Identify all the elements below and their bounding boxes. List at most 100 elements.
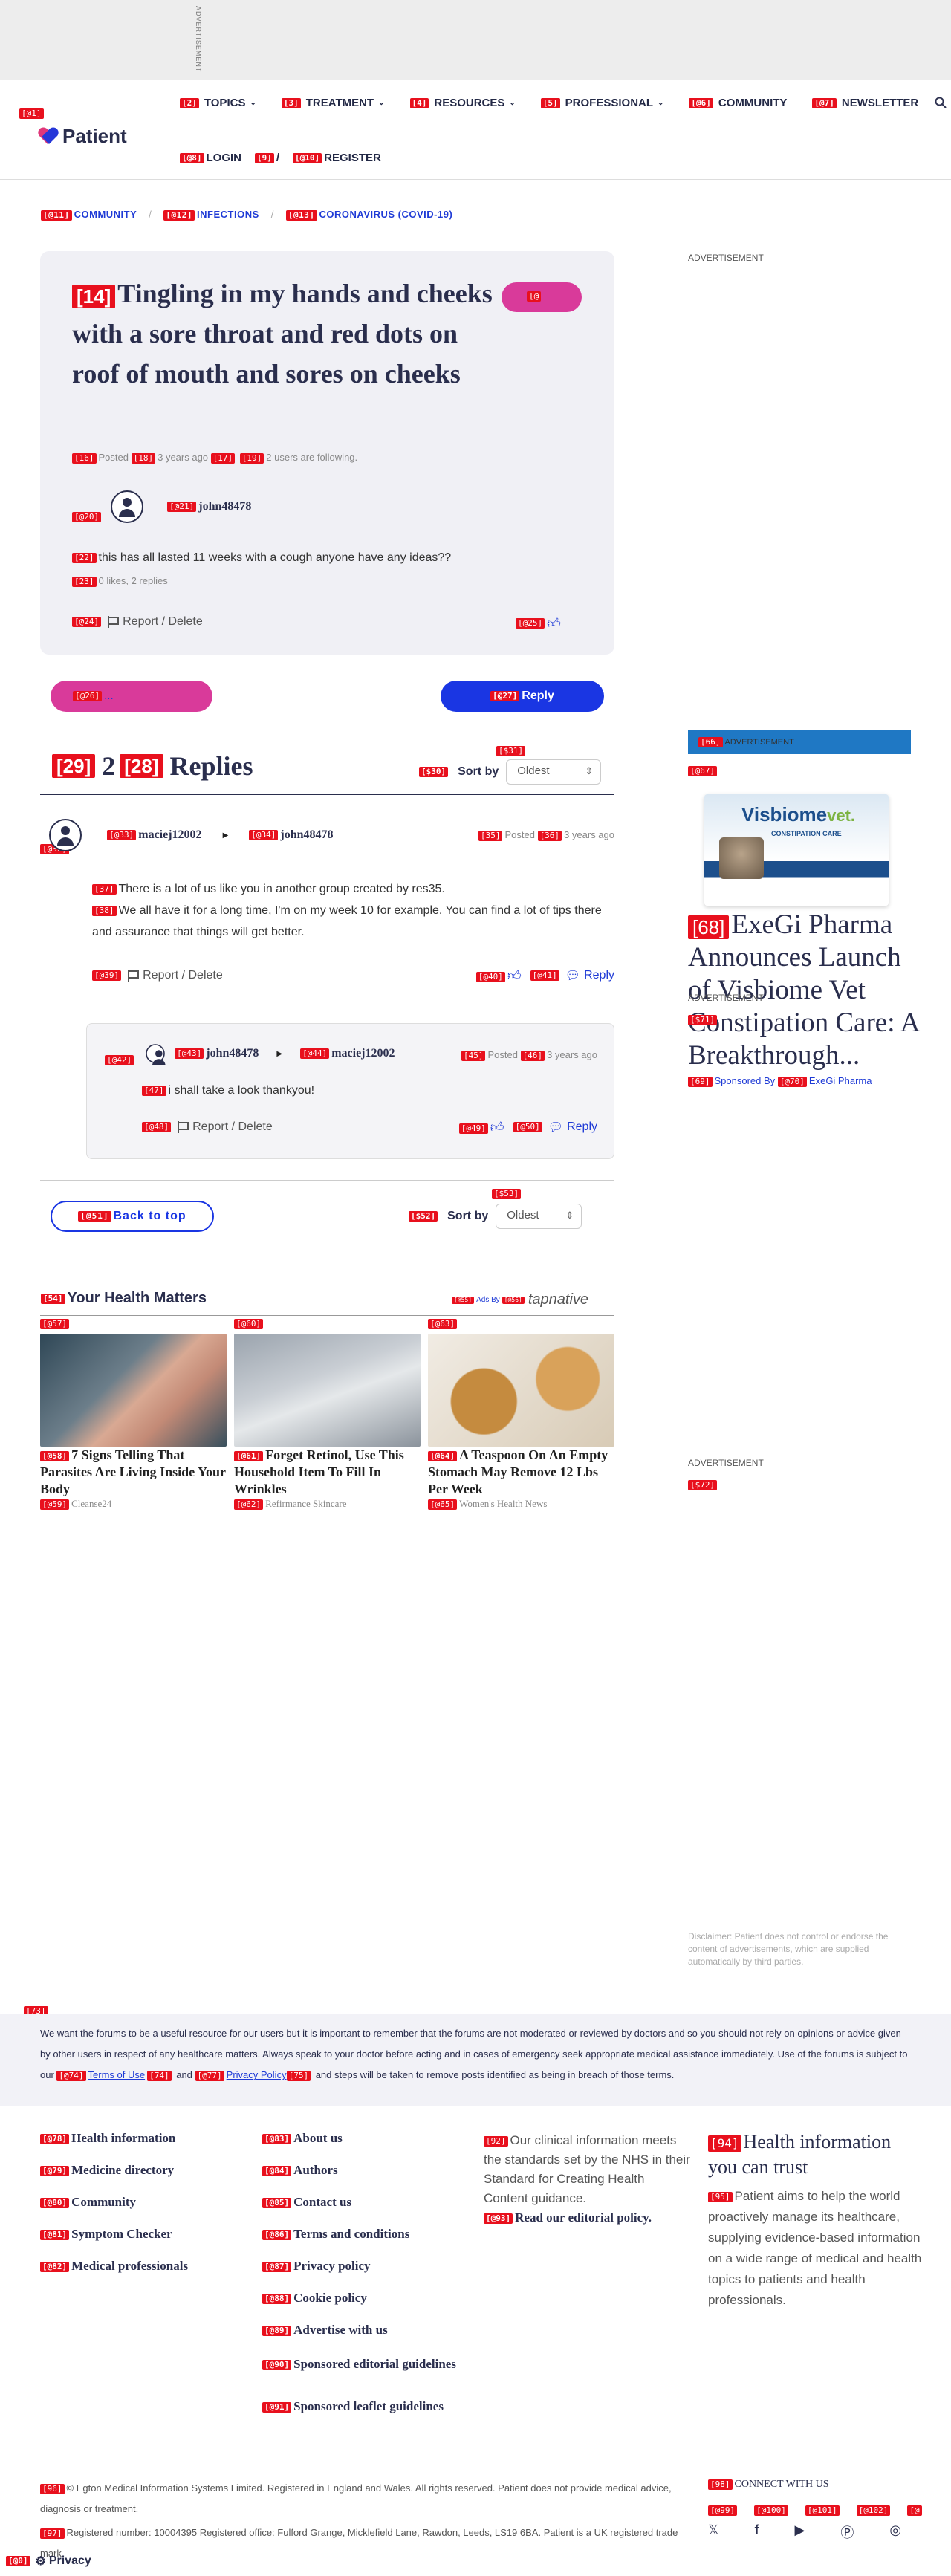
nav-community[interactable]: [@6] COMMUNITY xyxy=(689,97,787,109)
account-nav: [@8] LOGIN [9] / [@10] REGISTER xyxy=(180,152,381,164)
ad-label: ADVERTISEMENT xyxy=(688,253,764,263)
nested-reply: [@42] [@43] john48478 ▶ [@44] maciej1200… xyxy=(86,1023,614,1159)
facebook-icon[interactable]: f xyxy=(755,2523,759,2542)
breadcrumb-community[interactable]: [@11] COMMUNITY xyxy=(41,209,137,221)
avatar[interactable] xyxy=(49,819,82,851)
footer-link[interactable]: [@80] Community xyxy=(40,2195,136,2209)
terms-link[interactable]: Terms of Use xyxy=(88,2069,146,2080)
report-delete-link[interactable]: [@24] Report / Delete xyxy=(72,615,203,629)
pinterest-icon[interactable]: Ⓟ xyxy=(840,2523,854,2542)
footer-link[interactable]: [@81] Symptom Checker xyxy=(40,2227,172,2241)
footer-link-label: Medicine directory xyxy=(71,2163,175,2177)
nav-professional[interactable]: [5] PROFESSIONAL ⌄ xyxy=(540,97,663,109)
reply-link[interactable]: [@50] 💬︎ Reply xyxy=(513,1120,597,1135)
marker: [@86] xyxy=(262,2230,292,2241)
marker: [@82] xyxy=(40,2262,70,2273)
author-link[interactable]: john48478 xyxy=(198,500,251,513)
footer-link[interactable]: [@88] Cookie policy xyxy=(262,2291,367,2305)
footer-link[interactable]: [@86] Terms and conditions xyxy=(262,2227,409,2241)
breadcrumb-covid[interactable]: [@13] CORONAVIRUS (COVID-19) xyxy=(285,209,452,221)
instagram-icon[interactable]: ◎ xyxy=(889,2523,901,2542)
footer-link-label: Symptom Checker xyxy=(71,2227,172,2241)
footer-link[interactable]: [@82] Medical professionals xyxy=(40,2259,188,2273)
reply-link[interactable]: [@41] 💬︎ Reply xyxy=(530,968,614,983)
ad-headline[interactable]: [68] ExeGi Pharma Announces Launch of Vis… xyxy=(688,909,926,1072)
reply-label: Reply xyxy=(567,1120,597,1133)
divider xyxy=(40,1180,614,1181)
more-options-button[interactable]: [@26]... xyxy=(51,681,212,712)
registration-text: Registered number: 10004395 Registered o… xyxy=(40,2527,678,2559)
recipient-link[interactable]: maciej12002 xyxy=(331,1047,395,1060)
sponsor-link[interactable]: ExeGi Pharma xyxy=(809,1075,872,1086)
marker: [@39] xyxy=(92,970,122,981)
nav-treatment[interactable]: [3] TREATMENT ⌄ xyxy=(281,97,385,109)
tapnative-logo[interactable]: tapnative xyxy=(528,1291,588,1308)
sidebar-ad: [66] ADVERTISEMENT [@67] Visbiomevet. CON… xyxy=(688,730,918,1087)
sponsored-card[interactable]: [@57] [@58] 7 Signs Telling That Parasite… xyxy=(40,1317,227,1511)
thumbs-up-icon: 👍︎ xyxy=(490,1120,504,1135)
editorial-policy-link[interactable]: [@93] Read our editorial policy. xyxy=(484,2210,652,2225)
health-info-trust: [94] Health information you can trust [95… xyxy=(708,2129,924,2311)
sponsored-card[interactable]: [@63] [@64] A Teaspoon On An Empty Stomac… xyxy=(428,1317,614,1511)
section-title: Your Health Matters xyxy=(67,1290,207,1306)
marker: [@79] xyxy=(40,2166,70,2177)
sponsored-cards: [@57] [@58] 7 Signs Telling That Parasite… xyxy=(40,1317,614,1511)
privacy-policy-link[interactable]: Privacy Policy xyxy=(227,2069,287,2080)
report-delete-link[interactable]: [@39] Report / Delete xyxy=(92,969,223,982)
cat-image xyxy=(719,837,764,879)
footer-link[interactable]: [@89] Advertise with us xyxy=(262,2323,388,2337)
footer-link[interactable]: [@84] Authors xyxy=(262,2163,338,2177)
marker: [@57] xyxy=(40,1318,70,1329)
marker: [@11] xyxy=(41,210,72,221)
youtube-icon[interactable]: ▶ xyxy=(795,2523,805,2542)
footer-link[interactable]: [@91] Sponsored leaflet guidelines xyxy=(262,2399,444,2413)
arrow-right-icon: ▶ xyxy=(222,831,229,840)
like-button[interactable]: [@49] 👍︎ xyxy=(458,1119,504,1135)
like-button[interactable]: [@25] 👍︎ xyxy=(516,615,561,632)
report-delete-link[interactable]: [@48] Report / Delete xyxy=(142,1120,273,1134)
marker: [@81] xyxy=(40,2230,70,2241)
ad-disclaimer: Disclaimer: Patient does not control or … xyxy=(688,1931,889,1967)
footer-link[interactable]: [@79] Medicine directory xyxy=(40,2163,174,2177)
author-link[interactable]: john48478 xyxy=(206,1047,259,1060)
marker: [@91] xyxy=(262,2402,292,2413)
avatar[interactable] xyxy=(146,1044,166,1066)
sponsored-card[interactable]: [@60] [@61] Forget Retinol, Use This Hous… xyxy=(234,1317,421,1511)
sort-label: Sort by xyxy=(458,765,499,778)
footer-link[interactable]: [@78] Health information xyxy=(40,2131,175,2145)
reply-button[interactable]: [@27] Reply xyxy=(441,681,604,712)
report-label: Report / Delete xyxy=(143,969,223,982)
marker: [@24] xyxy=(72,617,102,627)
recipient-link[interactable]: john48478 xyxy=(280,828,333,842)
twitter-icon[interactable]: 𝕏 xyxy=(708,2523,719,2542)
search-icon[interactable] xyxy=(935,97,947,108)
reply-time: 3 years ago xyxy=(564,829,614,840)
footer-link[interactable]: [@83] About us xyxy=(262,2131,343,2145)
post-meta: [16] Posted [18] 3 years ago [17] [19] 2 us… xyxy=(72,452,357,464)
privacy-label: Privacy xyxy=(48,2554,91,2567)
patient-logo[interactable]: Patient xyxy=(39,125,127,148)
nav-topics[interactable]: [2] TOPICS ⌄ xyxy=(180,97,256,109)
replies-heading: [29] 2 [28] Replies xyxy=(52,750,253,782)
nav-newsletter[interactable]: [@7] NEWSLETTER xyxy=(812,97,918,109)
register-link[interactable]: [@10] REGISTER xyxy=(293,152,381,164)
back-to-top-button[interactable]: [@51] Back to top xyxy=(51,1201,214,1232)
follow-button[interactable]: [@ xyxy=(502,282,582,312)
marker: [28] xyxy=(120,754,163,778)
login-link[interactable]: [@8] LOGIN xyxy=(180,152,241,164)
sort-select[interactable]: Oldest xyxy=(496,1204,582,1229)
footer-link[interactable]: [@90] Sponsored editorial guidelines xyxy=(262,2357,456,2371)
ad-label: ADVERTISEMENT xyxy=(688,993,764,1003)
ad-image[interactable]: Visbiomevet. CONSTIPATION CARE xyxy=(688,784,911,912)
footer-link-label: Cookie policy xyxy=(293,2291,367,2305)
like-button[interactable]: [@40] 👍︎ xyxy=(476,967,522,984)
sort-select[interactable]: Oldest xyxy=(506,759,602,785)
trust-title: [94] Health information you can trust xyxy=(708,2129,924,2180)
footer-link[interactable]: [@85] Contact us xyxy=(262,2195,351,2209)
author-link[interactable]: maciej12002 xyxy=(138,828,201,842)
avatar[interactable] xyxy=(111,490,144,523)
footer-link[interactable]: [@87] Privacy policy xyxy=(262,2259,371,2273)
privacy-settings-button[interactable]: [@0] ⚙ Privacy xyxy=(6,2554,91,2569)
nav-resources[interactable]: [4] RESOURCES ⌄ xyxy=(409,97,516,109)
breadcrumb-infections[interactable]: [@12] INFECTIONS xyxy=(163,209,259,221)
